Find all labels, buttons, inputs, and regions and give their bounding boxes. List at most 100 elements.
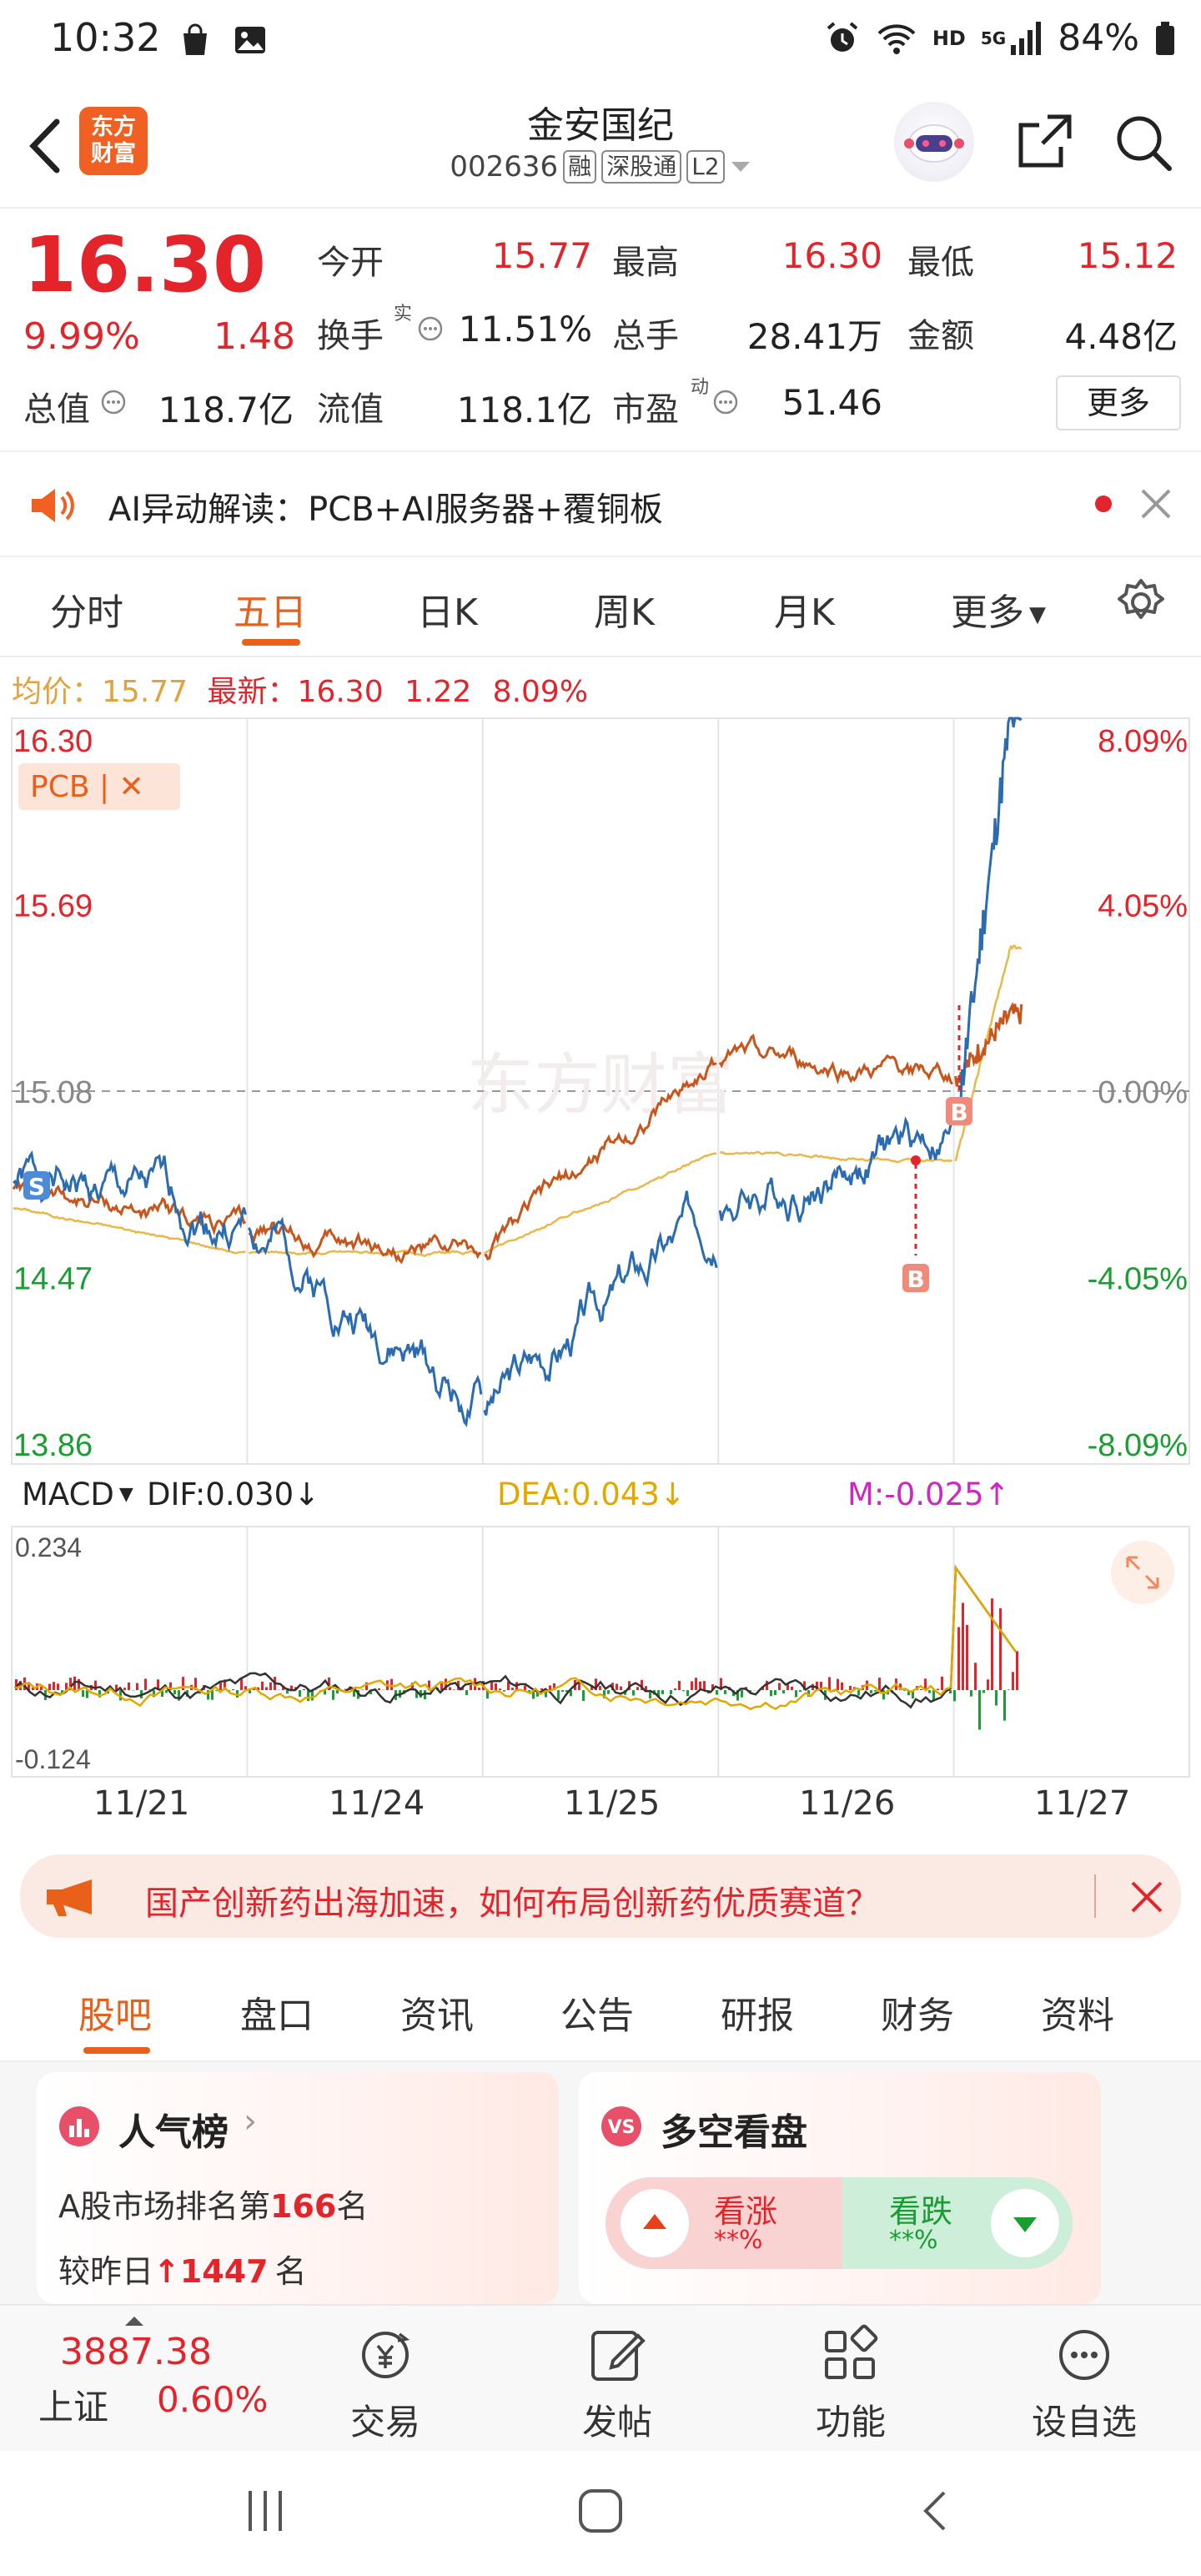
more-dots-icon — [1059, 2330, 1109, 2380]
macd-bar — [953, 1690, 956, 1702]
tag-connect: 深股通 — [601, 150, 682, 184]
vote-up-area[interactable]: 看涨 **% — [606, 2177, 842, 2269]
index-change-pct[interactable]: 0.60% — [157, 2379, 268, 2420]
macd-bar — [490, 1681, 493, 1691]
macd-bar — [449, 1687, 451, 1691]
turnover-sup: 实 — [394, 304, 413, 325]
tab-more[interactable]: 更多 ▼ — [951, 582, 1046, 636]
buy-marker-dot — [911, 1155, 921, 1165]
pe-value: 51.46 — [781, 382, 882, 423]
tab-order-book[interactable]: 盘口 — [240, 1985, 314, 2039]
macd-bar — [620, 1686, 622, 1691]
macd-bar — [674, 1688, 676, 1691]
index-name[interactable]: 上证 — [38, 2379, 108, 2430]
macd-bar — [770, 1690, 772, 1697]
tab-weekly-k[interactable]: 周K — [594, 582, 655, 636]
macd-bar — [982, 1690, 985, 1693]
search-icon[interactable] — [1109, 108, 1176, 175]
rank-prefix: A股市场排名第 — [58, 2188, 270, 2225]
versus-icon: VS — [601, 2106, 641, 2146]
date-label: 11/26 — [799, 1784, 896, 1823]
ai-insight-bar[interactable]: AI异动解读：PCB+AI服务器+覆铜板 — [0, 450, 1201, 557]
macd-bar — [303, 1688, 305, 1691]
popularity-card[interactable]: 人气榜 › A股市场排名第166名 较昨日↑1447 名 — [37, 2072, 559, 2304]
nav-trade[interactable]: 交易 — [319, 2322, 452, 2445]
macd-bar — [478, 1688, 480, 1691]
tab-intraday[interactable]: 分时 — [50, 582, 123, 636]
macd-bar — [307, 1690, 309, 1702]
tab-daily-k[interactable]: 日K — [417, 582, 478, 636]
info-icon[interactable] — [417, 315, 444, 342]
chart-tabs: 分时 五日 日K 周K 月K 更多 ▼ — [0, 556, 1201, 657]
macd-bar — [841, 1682, 843, 1691]
percent-axis-label: -4.05% — [1088, 1262, 1188, 1297]
macd-bar — [670, 1690, 672, 1695]
macd-bar — [966, 1624, 968, 1691]
tab-financials[interactable]: 财务 — [881, 1985, 954, 2039]
macd-bar — [903, 1690, 906, 1691]
stock-code: 002636 — [450, 150, 559, 184]
tab-five-day[interactable]: 五日 — [234, 582, 307, 636]
open-value: 15.77 — [491, 235, 592, 276]
tab-news[interactable]: 资讯 — [400, 1985, 474, 2039]
home-icon[interactable] — [577, 2488, 624, 2534]
ai-robot-icon[interactable] — [894, 102, 974, 182]
close-icon[interactable] — [1126, 1876, 1168, 1918]
low-value: 15.12 — [1077, 235, 1178, 276]
latest-value: 16.30 — [297, 675, 384, 709]
total-cap-value: 118.7亿 — [158, 390, 294, 430]
tag-margin: 融 — [563, 150, 597, 184]
dropdown-triangle-icon[interactable] — [730, 158, 751, 175]
index-value[interactable]: 3887.38 — [60, 2331, 212, 2373]
macd-bar — [378, 1688, 380, 1691]
macd-max-label: 0.234 — [15, 1532, 82, 1562]
pe-sup: 动 — [691, 377, 710, 398]
info-icon[interactable] — [712, 389, 739, 415]
macd-bar — [632, 1690, 635, 1696]
macd-selector[interactable]: MACD ▼ — [22, 1477, 133, 1512]
macd-bar — [874, 1690, 877, 1692]
promo-banner[interactable]: 国产创新药出海加速，如何布局创新药优质赛道？ — [20, 1854, 1181, 1938]
promo-text[interactable]: 国产创新药出海加速，如何布局创新药优质赛道？ — [145, 1876, 879, 1924]
date-label: 11/24 — [329, 1784, 425, 1823]
turnover-label: 换手 — [317, 317, 384, 355]
macd-bar — [970, 1690, 972, 1697]
tab-research[interactable]: 研报 — [721, 1985, 794, 2039]
tab-forum[interactable]: 股吧 — [78, 1985, 152, 2039]
up-value: **% — [714, 2226, 763, 2255]
tab-profile[interactable]: 资料 — [1041, 1985, 1114, 2039]
percent-axis-label: 8.09% — [1098, 724, 1188, 759]
active-tab-indicator — [83, 2047, 150, 2054]
back-icon[interactable] — [914, 2488, 961, 2534]
dif-value: DIF:0.030↓ — [147, 1477, 320, 1512]
series-line-2-day-3 — [718, 1034, 953, 1085]
alarm-icon — [827, 21, 858, 52]
series-line-0-day-2 — [483, 1190, 718, 1416]
macd-bar — [353, 1690, 355, 1697]
price-axis-label: 16.30 — [13, 724, 93, 759]
tab-announcements[interactable]: 公告 — [560, 1985, 634, 2039]
recent-apps-icon[interactable] — [242, 2488, 289, 2534]
gear-icon[interactable] — [1114, 576, 1168, 629]
nav-post[interactable]: 发帖 — [550, 2322, 684, 2445]
avg-price-line: 均价：15.77 最新：16.30 1.22 8.09% — [12, 667, 588, 711]
nav-functions[interactable]: 功能 — [784, 2322, 917, 2445]
tab-monthly-k[interactable]: 月K — [774, 582, 835, 636]
chart-canvas[interactable]: 东方财富16.30 8.09%15.69 4.05%15.08 0.00%14.47-… — [0, 713, 1201, 1781]
volume-label: 总手 — [612, 317, 679, 355]
caret-up-icon[interactable] — [123, 2314, 145, 2327]
nav-add-watchlist[interactable]: 设自选 — [1018, 2322, 1151, 2445]
more-button[interactable]: 更多 — [1056, 375, 1181, 430]
ai-insight-text[interactable]: AI异动解读：PCB+AI服务器+覆铜板 — [108, 482, 663, 531]
macd-bar — [686, 1690, 689, 1697]
price-axis-label: 15.08 — [13, 1075, 93, 1110]
close-icon[interactable] — [1136, 484, 1176, 524]
macd-bar — [144, 1678, 147, 1691]
sentiment-vote: 看涨 **% 看跌 **% — [606, 2177, 1073, 2269]
macd-bar — [269, 1682, 272, 1691]
info-icon[interactable] — [100, 389, 127, 415]
vote-down-area[interactable]: 看跌 **% — [842, 2177, 1073, 2269]
high-value: 16.30 — [781, 235, 882, 276]
share-icon[interactable] — [1011, 108, 1078, 175]
five-day-chart[interactable]: 东方财富 16.30 8.09% 15.69 4.05% 15.08 0.00% 14.47-… — [0, 713, 1201, 1831]
